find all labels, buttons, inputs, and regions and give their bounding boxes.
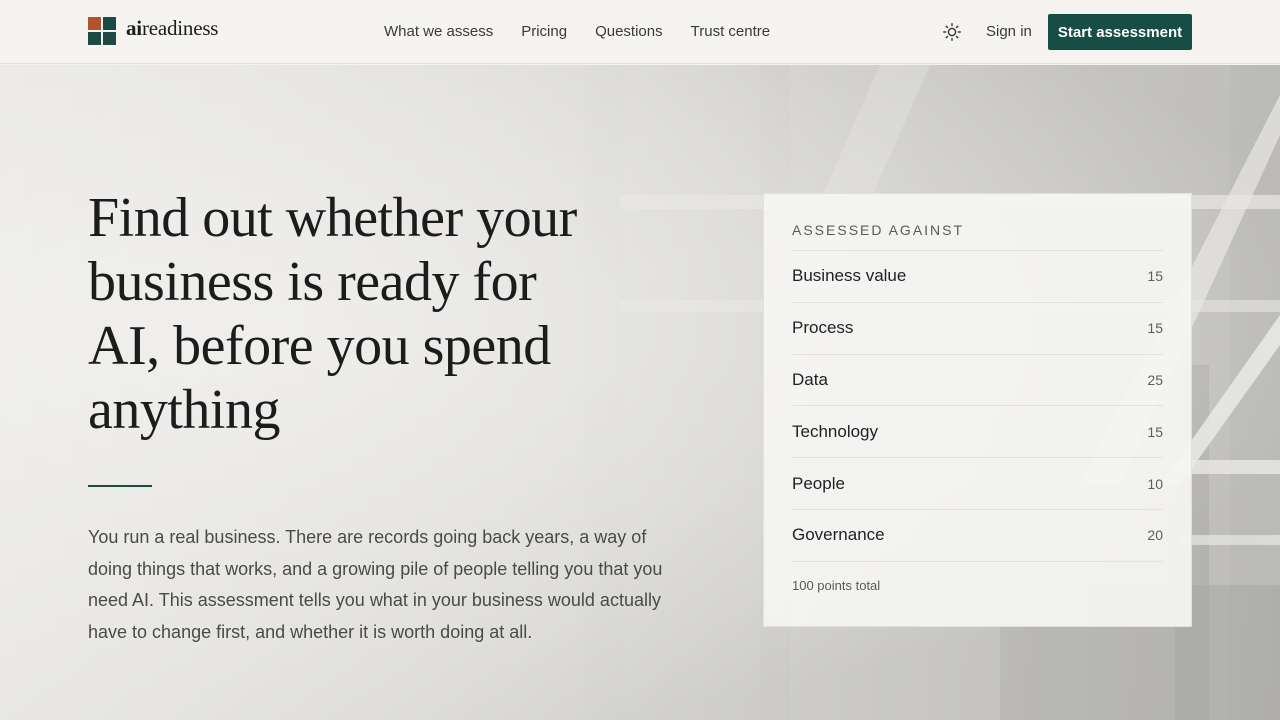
criteria-points: 25: [1147, 371, 1163, 388]
site-header: aireadiness What we assess Pricing Quest…: [0, 0, 1280, 64]
assessed-against-card: ASSESSED AGAINST Business value 15 Proce…: [763, 193, 1192, 627]
start-assessment-button[interactable]: Start assessment: [1048, 14, 1192, 50]
logo-link[interactable]: aireadiness: [88, 17, 218, 45]
criteria-name: Governance: [792, 525, 885, 545]
logo-mark-icon: [88, 17, 116, 45]
criteria-name: Process: [792, 318, 854, 338]
nav-questions[interactable]: Questions: [595, 22, 663, 42]
theme-toggle-button[interactable]: [941, 21, 963, 43]
nav-pricing[interactable]: Pricing: [521, 22, 567, 42]
points-total: 100 points total: [792, 577, 881, 593]
nav-what-we-assess[interactable]: What we assess: [384, 22, 493, 42]
criteria-points: 15: [1147, 423, 1163, 440]
hero-intro: You run a real business. There are recor…: [88, 527, 663, 642]
nav-trust-centre[interactable]: Trust centre: [691, 22, 770, 42]
main-nav: What we assess Pricing Questions Trust c…: [384, 22, 770, 42]
criteria-name: Business value: [792, 266, 907, 286]
criteria-points: 20: [1147, 527, 1163, 544]
criteria-row: People 10: [792, 458, 1163, 510]
criteria-list: Business value 15 Process 15 Data 25 Tec…: [792, 250, 1163, 562]
criteria-row: Process 15: [792, 303, 1163, 355]
criteria-points: 15: [1147, 268, 1163, 285]
sun-icon: [943, 23, 961, 41]
criteria-points: 10: [1147, 475, 1163, 492]
criteria-name: People: [792, 473, 845, 493]
criteria-row: Data 25: [792, 355, 1163, 407]
criteria-row: Governance 20: [792, 510, 1163, 562]
criteria-points: 15: [1147, 320, 1163, 337]
criteria-row: Technology 15: [792, 406, 1163, 459]
logo-wordmark: aireadiness: [126, 15, 219, 40]
sign-in-link[interactable]: Sign in: [986, 22, 1032, 42]
criteria-name: Data: [792, 369, 828, 389]
hero-headline: Find out whether your business is ready …: [88, 187, 577, 441]
accent-divider: [88, 485, 152, 487]
criteria-name: Technology: [792, 421, 879, 441]
card-title: ASSESSED AGAINST: [792, 222, 965, 238]
criteria-row: Business value 15: [792, 251, 1163, 303]
